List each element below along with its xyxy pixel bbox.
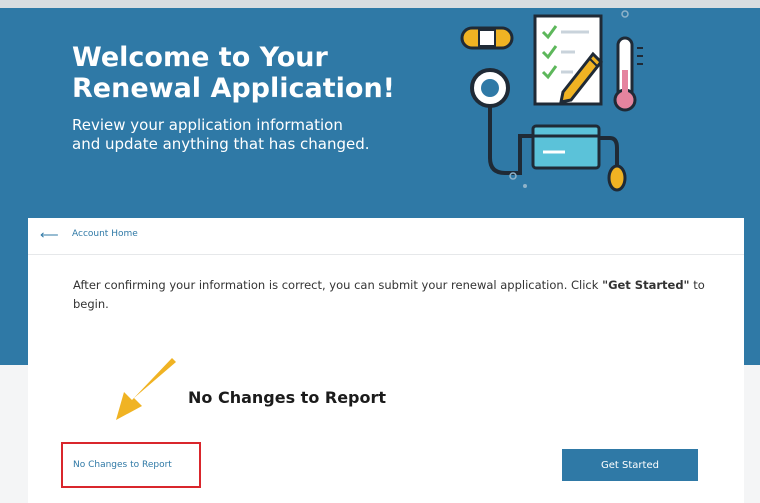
bandage-icon xyxy=(460,26,514,50)
thermometer-icon xyxy=(613,36,643,112)
page-subtitle: Review your application information and … xyxy=(72,116,432,154)
callout-label: No Changes to Report xyxy=(188,388,387,407)
breadcrumb: ⟵ Account Home xyxy=(28,218,744,255)
page-title: Welcome to Your Renewal Application! xyxy=(72,42,432,104)
intro-text: After confirming your information is cor… xyxy=(73,276,713,314)
page-title-line-1: Welcome to Your xyxy=(72,42,328,73)
get-started-button[interactable]: Get Started xyxy=(562,449,698,481)
breadcrumb-account-home-link[interactable]: Account Home xyxy=(72,229,138,239)
intro-text-emphasis: "Get Started" xyxy=(602,278,690,292)
medical-illustration xyxy=(460,10,643,192)
intro-text-part-1: After confirming your information is cor… xyxy=(73,278,603,292)
credit-card-icon xyxy=(531,124,601,170)
top-strip xyxy=(0,0,760,8)
page-subtitle-line-2: and update anything that has changed. xyxy=(72,135,370,153)
callout-arrow-icon xyxy=(116,358,176,420)
no-changes-to-report-link[interactable]: No Changes to Report xyxy=(73,460,172,470)
page-title-line-2: Renewal Application! xyxy=(72,73,395,104)
back-arrow-icon[interactable]: ⟵ xyxy=(40,227,59,243)
page-subtitle-line-1: Review your application information xyxy=(72,116,343,134)
